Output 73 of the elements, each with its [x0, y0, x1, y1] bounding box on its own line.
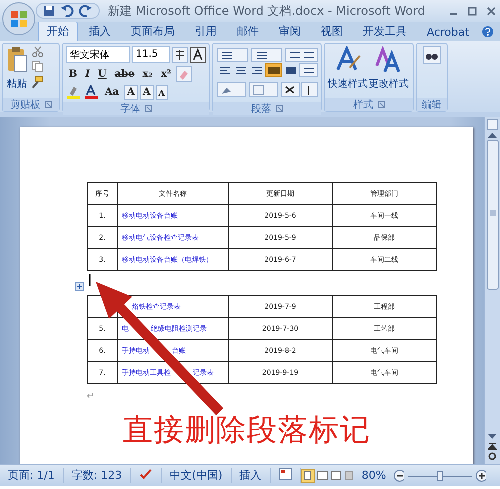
format-painter-icon[interactable] — [31, 76, 44, 89]
zoom-in-icon[interactable] — [476, 470, 486, 482]
zoom-level[interactable]: 80% — [354, 469, 394, 482]
font-size-field[interactable]: 11.5 — [132, 46, 170, 63]
ruler-toggle-icon[interactable] — [487, 119, 498, 130]
format-button[interactable]: x² — [158, 67, 174, 81]
save-icon[interactable] — [43, 5, 55, 17]
font-size-button[interactable]: Aa — [102, 86, 122, 100]
zoom-slider-thumb[interactable] — [437, 470, 444, 480]
word-count[interactable]: 字数: 123 — [64, 468, 132, 483]
ribbon-tab[interactable]: 引用 — [186, 21, 226, 41]
font-name-value: 华文宋体 — [70, 48, 110, 62]
format-button[interactable]: x₂ — [140, 67, 156, 81]
window-title: 新建 Microsoft Office Word 文档.docx - Microsoft Word — [108, 2, 426, 20]
previous-page-icon[interactable] — [488, 442, 497, 450]
format-button[interactable]: abe — [112, 67, 138, 81]
ribbon-tab[interactable]: 页面布局 — [122, 21, 184, 41]
ribbon-tab[interactable]: Acrobat — [418, 23, 478, 41]
group-label: 字体 — [120, 102, 140, 116]
table-move-handle-icon[interactable] — [75, 282, 84, 291]
font-size-button[interactable]: A — [140, 85, 154, 100]
change-styles-icon[interactable] — [375, 46, 403, 74]
ribbon-tab[interactable]: 插入 — [80, 21, 120, 41]
group-label: 段落 — [252, 102, 272, 116]
font-size-button[interactable]: A — [156, 85, 168, 100]
maximize-icon[interactable] — [468, 6, 478, 16]
view-buttons-icon[interactable] — [300, 468, 354, 482]
undo-icon[interactable] — [60, 5, 74, 17]
scroll-up-icon[interactable] — [488, 132, 497, 138]
annotation-text: 直接删除段落标记 — [123, 412, 371, 450]
page-count[interactable]: 页面: 1/1 — [0, 468, 64, 483]
close-icon[interactable] — [487, 6, 496, 16]
copy-icon[interactable] — [32, 61, 44, 73]
text-cursor-icon — [89, 274, 93, 286]
phonetic-guide-icon[interactable] — [172, 46, 188, 62]
group-label: 剪贴板 — [10, 98, 40, 112]
paragraph-mark: ↵ — [87, 392, 95, 402]
ribbon-tab[interactable]: 视图 — [312, 21, 352, 41]
dialog-launcher-icon[interactable] — [44, 101, 52, 108]
dialog-launcher-icon[interactable] — [144, 105, 152, 112]
proofing-icon[interactable] — [139, 468, 154, 480]
help-icon[interactable] — [482, 26, 494, 38]
dialog-launcher-icon[interactable] — [276, 105, 282, 112]
ribbon-tab[interactable]: 开始 — [38, 21, 78, 41]
binoculars-icon[interactable] — [423, 46, 441, 64]
insert-mode[interactable]: 插入 — [232, 468, 271, 483]
character-border-icon[interactable] — [190, 46, 206, 62]
macro-record-icon[interactable] — [278, 468, 292, 480]
font-size-value: 11.5 — [136, 49, 158, 60]
format-button[interactable]: B — [66, 67, 80, 81]
format-button[interactable]: I — [82, 67, 94, 81]
scrollbar-thumb[interactable] — [486, 140, 498, 290]
ribbon-tab[interactable]: 邮件 — [228, 21, 268, 41]
group-label: 编辑 — [422, 98, 442, 112]
format-button[interactable]: U — [95, 67, 110, 81]
styles-button[interactable]: 更改样式 — [369, 77, 409, 91]
styles-button[interactable]: 快速样式 — [328, 77, 368, 91]
zoom-out-icon[interactable] — [394, 470, 404, 482]
scroll-down-icon[interactable] — [488, 434, 497, 440]
scissors-icon[interactable] — [32, 46, 44, 58]
paste-button[interactable]: 粘贴 — [7, 77, 27, 91]
language-status[interactable]: 中文(中国) — [162, 468, 232, 483]
font-size-button[interactable]: A — [124, 85, 138, 100]
vertical-scrollbar[interactable] — [484, 117, 500, 464]
dialog-launcher-icon[interactable] — [378, 101, 384, 108]
ribbon-tab[interactable]: 开发工具 — [354, 21, 416, 41]
browse-object-icon[interactable] — [488, 452, 497, 461]
group-label: 样式 — [354, 98, 374, 112]
redo-icon[interactable] — [79, 5, 93, 17]
font-color-icon[interactable] — [84, 85, 100, 100]
clipboard-icon[interactable] — [6, 46, 28, 74]
ribbon-tab[interactable]: 审阅 — [270, 21, 310, 41]
font-name-field[interactable]: 华文宋体 — [66, 46, 130, 63]
